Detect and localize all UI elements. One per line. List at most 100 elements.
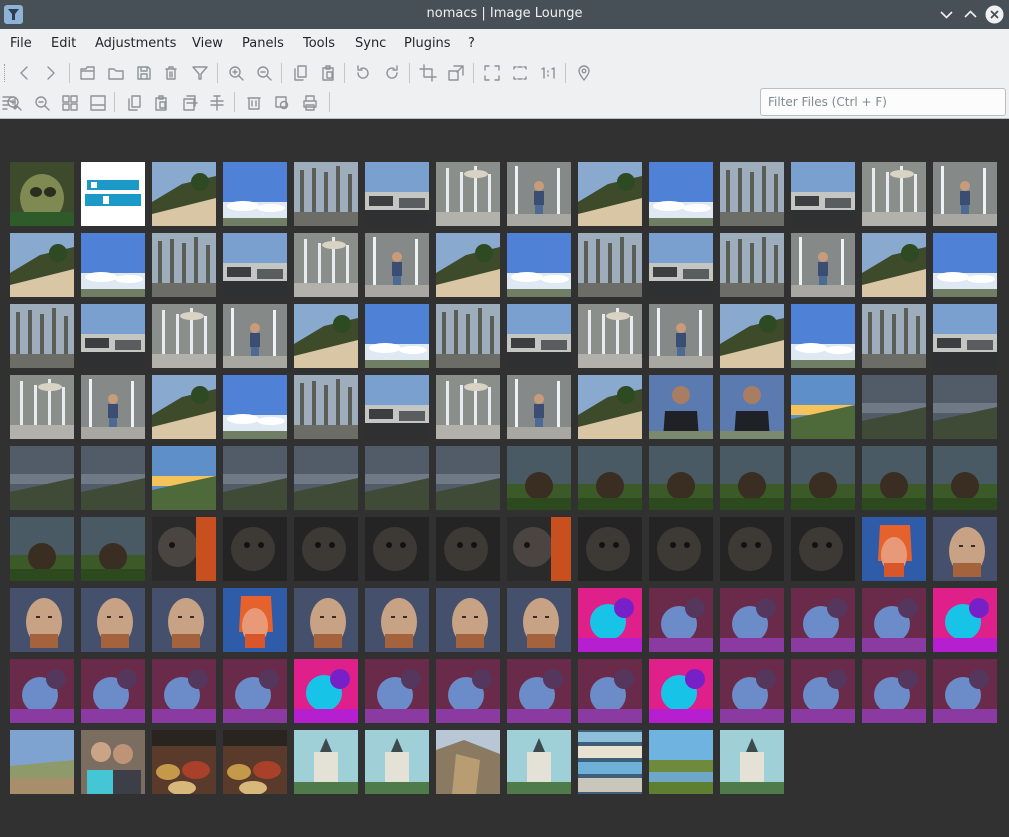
thumbnail-meadow[interactable]: [81, 517, 145, 581]
thumbnail-facepale[interactable]: [365, 588, 429, 652]
thumbnail-dusk[interactable]: [294, 446, 358, 510]
thumbnail-purple[interactable]: [649, 588, 713, 652]
menu-tools[interactable]: Tools: [303, 36, 335, 51]
thumbnail-cars[interactable]: [223, 233, 287, 297]
thumbnail-boy[interactable]: [81, 375, 145, 439]
thumbnail-sky[interactable]: [365, 304, 429, 368]
thumbnail-dusk[interactable]: [862, 375, 926, 439]
folder-icon[interactable]: [106, 63, 126, 83]
thumbnail-facepale[interactable]: [10, 588, 74, 652]
thumbnail-girls[interactable]: [81, 730, 145, 794]
batch-icon[interactable]: [207, 93, 227, 113]
thumbnail-purple[interactable]: [223, 659, 287, 723]
thumbnail-cars[interactable]: [365, 375, 429, 439]
thumbnail-cars[interactable]: [649, 233, 713, 297]
maximize-icon[interactable]: [961, 5, 980, 24]
batch-process-icon[interactable]: [272, 93, 292, 113]
thumbnail-meadow[interactable]: [649, 446, 713, 510]
thumbnail-meadow[interactable]: [791, 446, 855, 510]
menu-panels[interactable]: Panels: [242, 36, 284, 51]
thumbnail-hill[interactable]: [10, 233, 74, 297]
thumbnail-man[interactable]: [649, 375, 713, 439]
minimize-icon[interactable]: [937, 5, 956, 24]
thumbnail-logo[interactable]: [81, 162, 145, 226]
fullscreen-icon[interactable]: [482, 63, 502, 83]
thumbnail-purple[interactable]: [152, 659, 216, 723]
filter-icon[interactable]: [190, 63, 210, 83]
thumbnail-collage[interactable]: [578, 730, 642, 794]
thumbnail-trees[interactable]: [294, 162, 358, 226]
zoom-in-icon[interactable]: [226, 63, 246, 83]
menu-file[interactable]: File: [10, 36, 32, 51]
thumbnail-boy[interactable]: [933, 162, 997, 226]
thumbnail-pond[interactable]: [649, 730, 713, 794]
thumbnail-fountain[interactable]: [862, 162, 926, 226]
thumbnail-creaturedark[interactable]: [649, 517, 713, 581]
thumbnail-creaturedark[interactable]: [578, 517, 642, 581]
thumbnail-sky[interactable]: [933, 233, 997, 297]
thumbnail-trees[interactable]: [436, 304, 500, 368]
thumbnail-dusk[interactable]: [436, 446, 500, 510]
thumbnail-meadow[interactable]: [578, 446, 642, 510]
thumbnail-purple[interactable]: [862, 659, 926, 723]
thumbnail-sunset[interactable]: [152, 446, 216, 510]
thumbnail-fountain[interactable]: [578, 304, 642, 368]
thumbnail-neon[interactable]: [578, 588, 642, 652]
thumbnail-boy[interactable]: [365, 233, 429, 297]
thumbnail-purple[interactable]: [436, 659, 500, 723]
thumbnail-neon[interactable]: [649, 659, 713, 723]
thumbnail-meadow[interactable]: [862, 446, 926, 510]
actual-size-icon[interactable]: [538, 63, 558, 83]
thumbnail-dusk[interactable]: [81, 446, 145, 510]
window-titlebar[interactable]: nomacs | Image Lounge: [0, 0, 1009, 29]
thumbnail-sky[interactable]: [223, 162, 287, 226]
menu-edit[interactable]: Edit: [51, 36, 76, 51]
thumbnail-sky[interactable]: [81, 233, 145, 297]
thumbnail-hill[interactable]: [436, 233, 500, 297]
thumbnail-dusk[interactable]: [223, 446, 287, 510]
thumbnail-purple[interactable]: [862, 588, 926, 652]
menu-plugins[interactable]: Plugins: [404, 36, 451, 51]
toolbar-grip[interactable]: [4, 64, 8, 82]
thumbnail-purple[interactable]: [507, 659, 571, 723]
thumbnail-creaturedark[interactable]: [791, 517, 855, 581]
copy-icon[interactable]: [124, 93, 144, 113]
thumbnail-boy[interactable]: [223, 304, 287, 368]
thumbnail-purple[interactable]: [10, 659, 74, 723]
thumbnail-redhair[interactable]: [862, 517, 926, 581]
thumbnail-trees[interactable]: [862, 304, 926, 368]
thumbnail-creature[interactable]: [507, 517, 571, 581]
thumbnail-sky[interactable]: [507, 233, 571, 297]
sort-icon[interactable]: [0, 93, 20, 113]
thumbnail-meadow[interactable]: [10, 517, 74, 581]
rotate-left-icon[interactable]: [353, 63, 373, 83]
thumbnail-facepale[interactable]: [294, 588, 358, 652]
grid-icon[interactable]: [60, 93, 80, 113]
thumbnail-hill[interactable]: [578, 162, 642, 226]
thumbnail-creaturedark[interactable]: [294, 517, 358, 581]
thumbnail-trees[interactable]: [294, 375, 358, 439]
thumbnail-hill[interactable]: [152, 162, 216, 226]
thumbnail-church[interactable]: [294, 730, 358, 794]
thumbnail-bunny[interactable]: [10, 162, 74, 226]
map-pin-icon[interactable]: [574, 63, 594, 83]
arrow-right-icon[interactable]: [41, 63, 61, 83]
zoom-out-icon[interactable]: [32, 93, 52, 113]
menu-sync[interactable]: Sync: [355, 36, 386, 51]
thumbnail-fountain[interactable]: [436, 375, 500, 439]
thumbnail-cars[interactable]: [933, 304, 997, 368]
thumbnail-food[interactable]: [223, 730, 287, 794]
thumbnail-trees[interactable]: [720, 162, 784, 226]
thumbnail-boy[interactable]: [507, 162, 571, 226]
paste-icon[interactable]: [151, 93, 171, 113]
thumbnail-facepale[interactable]: [81, 588, 145, 652]
thumbnail-food[interactable]: [152, 730, 216, 794]
thumbnail-meadow[interactable]: [720, 446, 784, 510]
thumbnail-boy[interactable]: [791, 233, 855, 297]
thumbnail-sky[interactable]: [791, 304, 855, 368]
thumbnail-purple[interactable]: [578, 659, 642, 723]
thumbnail-boy[interactable]: [507, 375, 571, 439]
thumbnail-creaturedark[interactable]: [223, 517, 287, 581]
menu-adjustments[interactable]: Adjustments: [95, 36, 176, 51]
thumbnail-cars[interactable]: [791, 162, 855, 226]
